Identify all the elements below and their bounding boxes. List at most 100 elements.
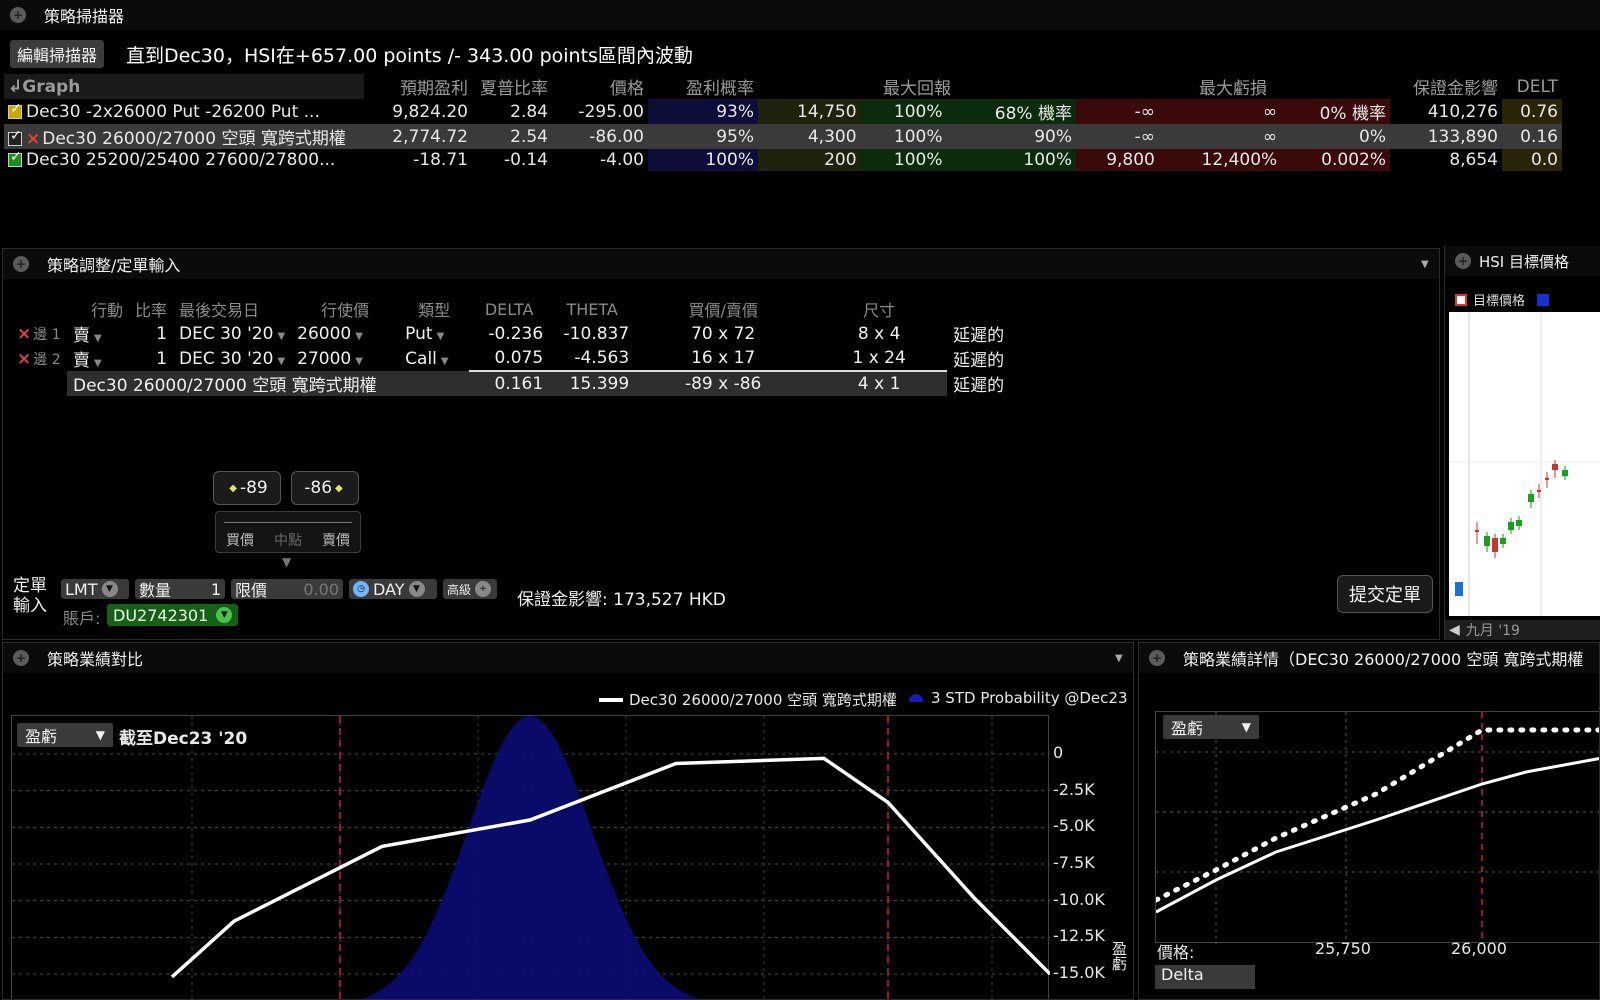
leg-date[interactable]: DEC 30 '20 ▼: [173, 346, 291, 371]
row-name[interactable]: ×Dec30 26000/27000 空頭 寬跨式期權: [4, 124, 364, 149]
panel-menu-icon[interactable]: +: [13, 650, 29, 666]
price-slider[interactable]: 買價 中點 賣價: [215, 511, 361, 553]
collapse-caret-icon[interactable]: ▼: [1115, 653, 1123, 664]
hsi-title: HSI 目標價格: [1479, 252, 1569, 271]
account-label: 賬戶:: [63, 609, 101, 628]
scanner-row[interactable]: Dec30 -2x26000 Put -26200 Put ... 9,824.…: [4, 99, 1562, 124]
leg-ratio[interactable]: 1: [129, 321, 173, 346]
leg-action[interactable]: 賣 ▼: [67, 346, 129, 371]
account-select[interactable]: DU2742301 ▼: [107, 604, 239, 626]
dropdown-caret-icon[interactable]: ▼: [355, 331, 363, 342]
hsi-candlestick-chart[interactable]: [1449, 312, 1600, 616]
plus-icon: +: [475, 581, 492, 597]
row-sharpe: -0.14: [504, 150, 548, 170]
leg-strike[interactable]: 26000 ▼: [291, 321, 399, 346]
slider-track[interactable]: [224, 522, 352, 523]
pnl-now-curve: [1155, 757, 1599, 914]
col-price[interactable]: 價格: [552, 74, 648, 99]
slider-ask-label[interactable]: 賣價: [322, 530, 350, 550]
row-checkbox[interactable]: [8, 128, 22, 146]
hsi-target-panel: + HSI 目標價格 目標價格 ◀ 九月 '19: [1444, 246, 1600, 640]
col-sharpe[interactable]: 夏普比率: [472, 74, 552, 99]
dropdown-caret-icon[interactable]: ▼: [355, 356, 363, 367]
detail-title: 策略業績詳情（DEC30 26000/27000 空頭 寬跨式期權: [1183, 650, 1584, 669]
legend-line-icon: [599, 697, 623, 702]
row-max-return: 4,300: [758, 124, 861, 149]
graph-column-header[interactable]: ↲Graph: [4, 74, 364, 99]
remove-leg-icon[interactable]: ×: [17, 349, 31, 369]
leg-ratio[interactable]: 1: [129, 346, 173, 371]
collapse-caret-icon[interactable]: ▼: [1421, 259, 1429, 270]
col-profit-prob[interactable]: 盈利概率: [648, 74, 758, 99]
chevron-down-icon: ▼: [408, 581, 425, 597]
dropdown-caret-icon[interactable]: ▼: [441, 356, 449, 367]
hsi-footer[interactable]: ◀ 九月 '19: [1445, 620, 1600, 640]
order-type-select[interactable]: LMT ▼: [61, 579, 129, 599]
col-max-return[interactable]: 最大回報: [758, 74, 1076, 99]
panel-menu-icon[interactable]: +: [10, 7, 26, 23]
col-margin-impact[interactable]: 保證金影響: [1390, 74, 1502, 99]
scanner-description: 直到Dec30，HSI在+657.00 points /- 343.00 poi…: [126, 44, 693, 67]
time-in-force-select[interactable]: ◷ DAY ▼: [349, 579, 437, 599]
col-expected-profit[interactable]: 預期盈利: [364, 74, 472, 99]
y-tick-label: 0: [1053, 743, 1064, 762]
detail-panel: + 策略業績詳情（DEC30 26000/27000 空頭 寬跨式期權 盈虧 ▼…: [1138, 642, 1600, 1000]
leg-row[interactable]: × 邊 2 賣 ▼ 1 DEC 30 '20 ▼ 27000 ▼ Call ▼ 0.075…: [11, 346, 1027, 371]
row-expected-profit: 9,824.20: [392, 101, 468, 122]
slider-bid-label[interactable]: 買價: [226, 530, 254, 550]
leg-type[interactable]: Put ▼: [399, 321, 469, 346]
leg-strike[interactable]: 27000 ▼: [291, 346, 399, 371]
metric-dropdown[interactable]: 盈虧 ▼: [17, 723, 113, 747]
scanner-row[interactable]: ×Dec30 26000/27000 空頭 寬跨式期權 2,774.72 2.5…: [4, 124, 1562, 149]
col-max-loss[interactable]: 最大虧損: [1076, 74, 1390, 99]
row-checkbox[interactable]: [8, 101, 22, 119]
leg-action[interactable]: 賣 ▼: [67, 321, 129, 346]
dropdown-caret-icon[interactable]: ▼: [94, 358, 102, 369]
dropdown-caret-icon[interactable]: ▼: [277, 356, 285, 367]
detail-metric-dropdown[interactable]: 盈虧 ▼: [1163, 715, 1259, 739]
submit-order-button[interactable]: 提交定單: [1337, 575, 1433, 613]
dropdown-caret-icon[interactable]: ▼: [94, 333, 102, 344]
legend-series[interactable]: Dec30 26000/27000 空頭 寬跨式期權: [599, 689, 897, 710]
scanner-row[interactable]: Dec30 25200/25400 27600/27800... -18.71 …: [4, 149, 1562, 171]
row-expected-profit: -18.71: [413, 150, 468, 170]
hsi-date-label: 九月 '19: [1465, 623, 1520, 639]
scroll-left-icon[interactable]: ◀: [1449, 622, 1460, 638]
quantity-field[interactable]: 數量 1: [135, 579, 225, 600]
leg-delta: 0.075: [494, 348, 544, 368]
ask-price-button[interactable]: -86 ◆: [291, 471, 359, 505]
limit-price-field[interactable]: 限價 0.00: [231, 579, 343, 600]
combo-bid-ask: -89 x -86: [635, 370, 812, 396]
slider-mid-label[interactable]: 中點: [274, 530, 302, 550]
row-checkbox[interactable]: [8, 149, 22, 167]
delta-dropdown[interactable]: Delta: [1155, 965, 1255, 989]
row-max-return-prob: 68% 機率: [946, 99, 1076, 124]
bid-price-button[interactable]: ◆ -89: [213, 471, 281, 505]
leg-date[interactable]: DEC 30 '20 ▼: [173, 321, 291, 346]
leg-label: × 邊 2: [17, 348, 61, 369]
remove-leg-icon[interactable]: ×: [17, 324, 31, 344]
row-name[interactable]: Dec30 -2x26000 Put -26200 Put ...: [4, 99, 364, 124]
leg-size: 1 x 24: [852, 348, 906, 368]
remove-icon[interactable]: ×: [26, 129, 40, 149]
dropdown-caret-icon[interactable]: ▼: [277, 331, 285, 342]
row-price: -4.00: [600, 150, 644, 170]
pnl-plot-area[interactable]: [11, 715, 1052, 999]
leg-type[interactable]: Call ▼: [399, 346, 469, 371]
legend-probability[interactable]: 3 STD Probability @Dec23: [909, 689, 1128, 707]
adjust-header: + 策略調整/定單輸入 ▼: [3, 249, 1439, 279]
edit-scanner-button[interactable]: 編輯掃描器: [10, 40, 105, 68]
y-tick-label: -15.0K: [1053, 963, 1105, 982]
panel-menu-icon[interactable]: +: [1149, 650, 1165, 666]
col-delta[interactable]: DELT: [1502, 74, 1562, 99]
leg-row[interactable]: × 邊 1 賣 ▼ 1 DEC 30 '20 ▼ 26000 ▼ Put ▼ -0.236…: [11, 321, 1027, 347]
performance-header: + 策略業績對比 ▼: [3, 643, 1133, 673]
panel-menu-icon[interactable]: +: [1455, 253, 1471, 269]
dropdown-caret-icon[interactable]: ▼: [437, 331, 445, 342]
row-name[interactable]: Dec30 25200/25400 27600/27800...: [4, 149, 364, 171]
performance-title: 策略業績對比: [47, 650, 144, 669]
advanced-button[interactable]: 高級 +: [443, 579, 497, 599]
detail-plot-area[interactable]: [1153, 711, 1599, 944]
combo-row[interactable]: Dec30 26000/27000 空頭 寬跨式期權 0.161 15.399 …: [11, 370, 1027, 396]
panel-menu-icon[interactable]: +: [13, 256, 29, 272]
